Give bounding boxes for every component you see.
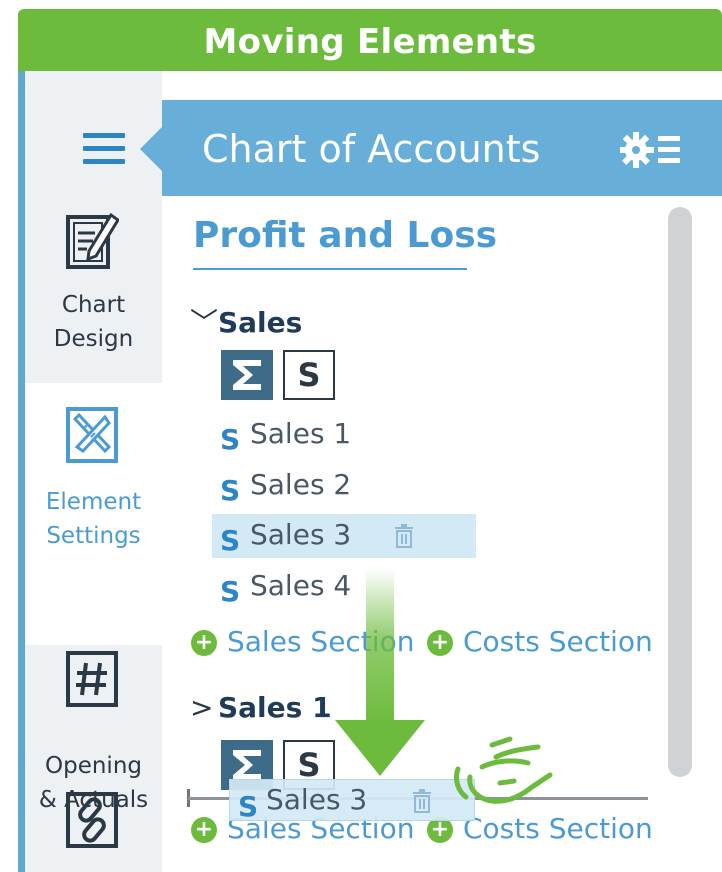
list-item-selected[interactable]: S Sales 3 — [212, 514, 476, 558]
plus-circle-icon: + — [191, 817, 217, 843]
section-header-sales-1[interactable]: > Sales 1 — [190, 691, 332, 724]
s-icon: S — [220, 474, 241, 507]
scrollbar[interactable] — [668, 207, 692, 777]
section-title: Sales 1 — [218, 691, 332, 724]
panel-title: Chart of Accounts — [202, 127, 541, 171]
chevron-down-icon[interactable]: ﹀ — [190, 301, 218, 341]
banner: Moving Elements — [18, 9, 722, 71]
app-frame: Moving Elements Chart Design Element Set… — [0, 0, 722, 872]
hash-icon — [66, 651, 118, 707]
ruler-pencil-icon — [66, 407, 118, 463]
link-icon — [66, 792, 118, 848]
sidebar-item-chart-design[interactable]: Chart Design — [25, 196, 162, 381]
chevron-right-icon[interactable]: > — [190, 691, 218, 724]
section-header-sales[interactable]: ﹀Sales — [190, 301, 302, 341]
list-item[interactable]: S Sales 1 — [212, 413, 476, 457]
dragged-item[interactable]: S Sales 3 — [229, 779, 475, 823]
section-s-button[interactable]: S — [283, 350, 335, 400]
sidebar-item-label: Opening — [45, 753, 142, 779]
s-icon: S — [220, 575, 241, 608]
sidebar-item-label: Element — [45, 489, 142, 515]
trash-icon[interactable] — [394, 523, 414, 549]
item-label: Sales 3 — [266, 783, 368, 816]
banner-title: Moving Elements — [203, 22, 537, 62]
header-pointer — [140, 127, 162, 171]
drag-arrow-icon — [335, 568, 425, 776]
sidebar-item-element-settings[interactable]: Element Settings — [25, 383, 162, 645]
sidebar-item-link[interactable] — [25, 786, 162, 872]
sigma-icon — [233, 360, 261, 390]
trash-icon — [413, 789, 431, 813]
page-title: Profit and Loss — [193, 215, 498, 256]
hamburger-icon[interactable] — [83, 133, 125, 167]
drag-hand-icon — [453, 736, 553, 804]
sidebar-item-label: Design — [53, 326, 134, 352]
list-item[interactable]: S Sales 2 — [212, 464, 476, 508]
add-links-row: + Sales Section + Costs Section — [191, 625, 661, 661]
item-label: Sales 3 — [250, 518, 352, 551]
sum-button[interactable] — [221, 350, 273, 400]
s-icon: S — [238, 790, 259, 823]
item-label: Sales 2 — [250, 468, 352, 501]
page-title-underline — [193, 268, 467, 270]
panel-header: Chart of Accounts — [162, 100, 722, 196]
sidebar: Chart Design Element Settings Opening & … — [25, 71, 162, 872]
edit-document-icon — [66, 212, 119, 269]
plus-circle-icon: + — [191, 630, 217, 656]
add-costs-section-link[interactable]: + Costs Section — [427, 625, 653, 658]
s-icon: S — [220, 524, 241, 557]
sidebar-item-label: Settings — [46, 523, 141, 549]
item-label: Sales 1 — [250, 417, 352, 450]
left-border — [18, 71, 25, 872]
gear-list-icon[interactable] — [620, 130, 682, 170]
s-icon: S — [220, 423, 241, 456]
s-letter: S — [297, 356, 321, 394]
plus-circle-icon: + — [427, 630, 453, 656]
section-title: Sales — [218, 306, 303, 339]
sidebar-item-label: Chart — [61, 292, 126, 318]
